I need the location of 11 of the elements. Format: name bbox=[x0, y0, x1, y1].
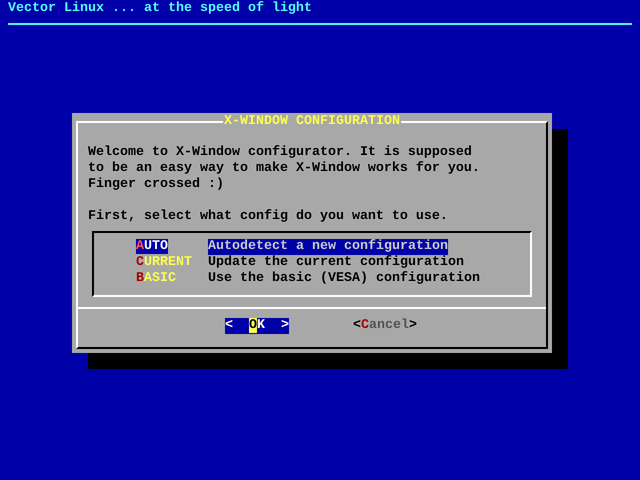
menu-item-description[interactable]: Use the basic (VESA) configuration bbox=[208, 271, 480, 287]
menu-item-tag[interactable]: AUTO bbox=[136, 239, 168, 254]
dialog-button[interactable]: <Cancel> bbox=[353, 318, 417, 334]
menu-item-description[interactable]: Update the current configuration bbox=[208, 255, 464, 271]
message-text: Finger crossed :) bbox=[88, 177, 225, 193]
dialog-button[interactable]: < OK > bbox=[225, 318, 289, 334]
message-text: First, select what config do you want to use. bbox=[88, 209, 449, 225]
backtitle: Vector Linux ... at the speed of light bbox=[7, 1, 313, 17]
menu-item-description[interactable]: Autodetect a new configuration bbox=[208, 239, 448, 255]
message-text: Welcome to X-Window configurator. It is supposed bbox=[88, 145, 473, 161]
message-text: to be an easy way to make X-Window works for you. bbox=[88, 161, 481, 177]
